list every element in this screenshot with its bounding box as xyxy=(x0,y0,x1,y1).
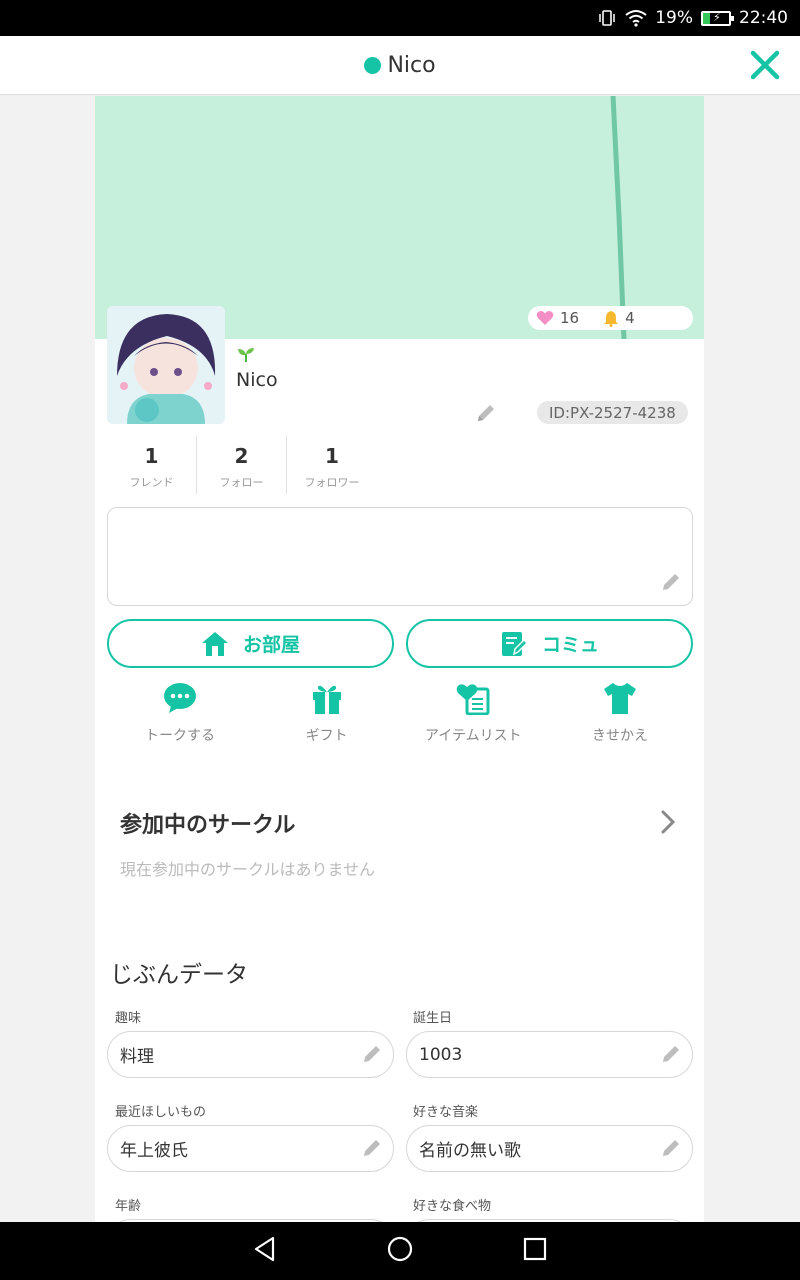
vibrate-icon xyxy=(597,9,617,27)
header-title-text: Nico xyxy=(387,52,436,78)
recents-square-icon xyxy=(523,1237,547,1261)
profile-data-title: じぶんデータ xyxy=(110,962,248,988)
follow-counts: 1 フレンド 2 フォロー 1 フォロワー xyxy=(107,436,377,494)
dress-up-action[interactable]: きせかえ xyxy=(547,681,693,745)
following-count[interactable]: 2 フォロー xyxy=(197,436,287,494)
field-label-music: 好きな音楽 xyxy=(413,1105,479,1120)
circle-empty-text: 現在参加中のサークルはありません xyxy=(120,860,376,879)
recents-button[interactable] xyxy=(523,1237,547,1265)
music-field[interactable]: 名前の無い歌 xyxy=(406,1125,693,1172)
username: Nico xyxy=(236,369,278,391)
wishlist-field[interactable]: 年上彼氏 xyxy=(107,1125,394,1172)
friend-count[interactable]: 1 フレンド xyxy=(107,436,197,494)
sprout-icon xyxy=(236,346,256,366)
heart-list-icon xyxy=(457,684,490,715)
follower-count[interactable]: 1 フォロワー xyxy=(287,436,377,494)
chevron-right-icon[interactable] xyxy=(660,810,676,838)
avatar[interactable] xyxy=(107,306,225,424)
talk-action[interactable]: トークする xyxy=(107,681,253,745)
back-triangle-icon xyxy=(254,1236,275,1262)
close-button[interactable] xyxy=(748,48,782,82)
pencil-icon[interactable] xyxy=(660,1137,682,1164)
pencil-icon[interactable] xyxy=(361,1137,383,1164)
bio-field[interactable] xyxy=(107,507,693,606)
wifi-icon xyxy=(625,9,647,27)
tshirt-icon xyxy=(603,683,636,714)
home-icon xyxy=(201,631,228,656)
field-label-hobby: 趣味 xyxy=(115,1011,142,1026)
action-row: トークする ギフト アイテムリスト きせかえ xyxy=(107,681,693,745)
back-button[interactable] xyxy=(253,1236,277,1266)
battery-icon: ⚡ xyxy=(701,10,734,26)
reaction-stats: 16 4 xyxy=(528,306,693,330)
room-button[interactable]: お部屋 xyxy=(107,619,394,668)
notification-count[interactable]: 4 xyxy=(603,309,635,327)
gift-icon xyxy=(312,685,341,714)
field-label-food: 好きな食べ物 xyxy=(413,1199,492,1214)
home-circle-icon xyxy=(387,1236,413,1262)
app-header: Nico xyxy=(0,36,800,95)
cover-image: 16 4 xyxy=(95,96,704,339)
like-count[interactable]: 16 xyxy=(536,309,579,327)
hobby-field[interactable]: 料理 xyxy=(107,1031,394,1078)
pencil-icon[interactable] xyxy=(660,1043,682,1070)
profile-panel: 16 4 Nico ID:PX-2527-4238 1 フレンド 2 フォロー … xyxy=(95,96,704,1222)
clock: 22:40 xyxy=(739,8,788,28)
pencil-icon[interactable] xyxy=(361,1043,383,1070)
system-nav-bar xyxy=(0,1222,800,1280)
bell-icon xyxy=(604,310,619,327)
field-label-wishlist: 最近ほしいもの xyxy=(115,1105,207,1120)
battery-percent: 19% xyxy=(655,8,693,28)
heart-icon xyxy=(536,311,554,325)
field-label-birthday: 誕生日 xyxy=(413,1011,453,1026)
birthday-field[interactable]: 1003 xyxy=(406,1031,693,1078)
pencil-icon xyxy=(478,405,494,421)
user-id-badge: ID:PX-2527-4238 xyxy=(537,401,688,424)
item-list-action[interactable]: アイテムリスト xyxy=(400,681,546,745)
header-title: Nico xyxy=(364,52,436,78)
online-status-dot xyxy=(364,56,382,74)
status-bar: 19% ⚡ 22:40 xyxy=(0,0,800,36)
chat-bubble-icon xyxy=(164,683,196,713)
gift-action[interactable]: ギフト xyxy=(254,681,400,745)
community-button[interactable]: コミュ xyxy=(406,619,693,668)
circle-section-title[interactable]: 参加中のサークル xyxy=(120,807,295,839)
close-icon xyxy=(750,50,780,80)
edit-profile-button[interactable] xyxy=(475,402,497,428)
field-label-age: 年齢 xyxy=(115,1199,142,1214)
home-button[interactable] xyxy=(387,1236,413,1266)
pencil-icon[interactable] xyxy=(660,571,682,597)
memo-icon xyxy=(501,631,528,656)
